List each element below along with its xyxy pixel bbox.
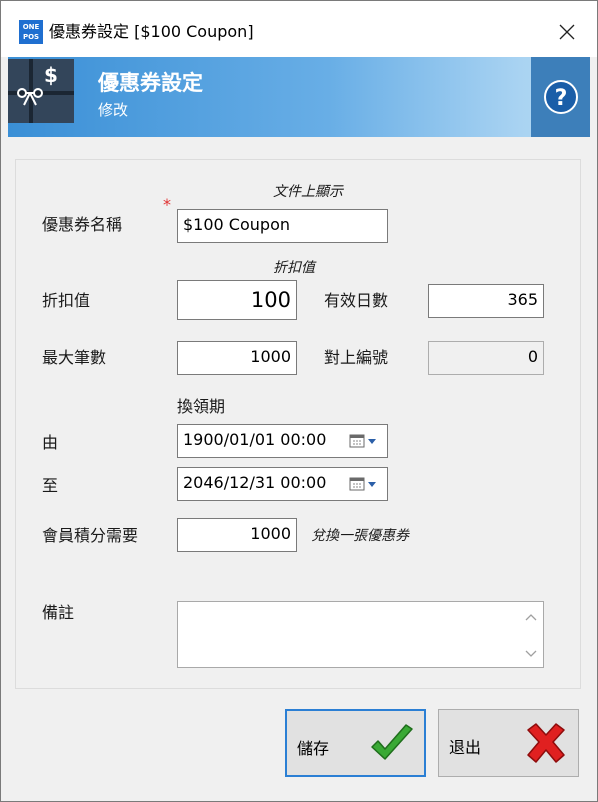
app-icon-text-bottom: POS — [22, 33, 40, 41]
scroll-up-icon[interactable] — [519, 610, 543, 626]
notes-label: 備註 — [42, 603, 75, 622]
page-subtitle: 修改 — [98, 101, 129, 119]
onepos-logo-icon: ONE POS — [19, 20, 43, 44]
from-date-value: 1900/01/01 00:00 — [183, 430, 327, 449]
coupon-ticket-icon: $ — [8, 59, 74, 123]
ref-number-field: 0 — [428, 341, 544, 375]
notes-textarea[interactable] — [177, 601, 544, 668]
title-bar: ONE POS 優惠券設定 [$100 Coupon] — [1, 1, 597, 57]
close-icon — [559, 24, 575, 40]
exit-button-label: 退出 — [449, 738, 482, 757]
points-hint: 兌換一張優惠券 — [311, 528, 409, 544]
from-date-picker[interactable]: 1900/01/01 00:00 — [177, 424, 388, 458]
valid-days-label: 有效日數 — [324, 291, 389, 310]
red-x-icon — [527, 723, 565, 763]
to-date-value: 2046/12/31 00:00 — [183, 473, 327, 492]
from-label: 由 — [42, 433, 59, 452]
svg-text:?: ? — [554, 86, 567, 111]
app-icon-text-top: ONE — [22, 23, 40, 31]
coupon-dollar-glyph: $ — [44, 63, 58, 87]
help-button[interactable]: ? — [531, 57, 590, 137]
points-label: 會員積分需要 — [42, 526, 139, 545]
from-calendar-button[interactable] — [349, 433, 383, 449]
points-field[interactable]: 1000 — [177, 518, 297, 552]
to-date-picker[interactable]: 2046/12/31 00:00 — [177, 467, 388, 501]
discount-label: 折扣值 — [42, 291, 91, 310]
coupon-settings-window: ONE POS 優惠券設定 [$100 Coupon] $ 優惠券設定 修改 ?… — [0, 0, 598, 802]
redeem-period-label: 換領期 — [177, 397, 226, 416]
close-button[interactable] — [545, 11, 589, 53]
question-icon: ? — [543, 80, 578, 114]
calendar-icon — [349, 434, 376, 448]
discount-field[interactable]: 100 — [177, 280, 297, 320]
coupon-name-label: 優惠券名稱 — [42, 215, 123, 234]
page-title: 優惠券設定 — [98, 71, 203, 95]
max-count-label: 最大筆數 — [42, 348, 107, 367]
ref-number-label: 對上編號 — [324, 348, 389, 367]
required-star: * — [163, 195, 171, 214]
doc-display-hint: 文件上顯示 — [273, 184, 343, 200]
save-button[interactable]: 儲存 — [285, 709, 426, 777]
max-count-field[interactable]: 1000 — [177, 341, 297, 375]
calendar-icon — [349, 477, 376, 491]
checkmark-icon — [371, 724, 413, 760]
to-calendar-button[interactable] — [349, 476, 383, 492]
header-banner: $ 優惠券設定 修改 ? — [8, 57, 590, 137]
discount-hint: 折扣值 — [273, 260, 315, 276]
valid-days-field[interactable]: 365 — [428, 284, 544, 318]
scroll-down-icon[interactable] — [519, 645, 543, 661]
notes-scrollbar[interactable] — [519, 602, 543, 667]
save-button-label: 儲存 — [297, 739, 330, 758]
window-title: 優惠券設定 [$100 Coupon] — [49, 22, 254, 41]
to-label: 至 — [42, 476, 59, 495]
coupon-name-field[interactable]: $100 Coupon — [177, 209, 388, 243]
exit-button[interactable]: 退出 — [438, 709, 579, 777]
